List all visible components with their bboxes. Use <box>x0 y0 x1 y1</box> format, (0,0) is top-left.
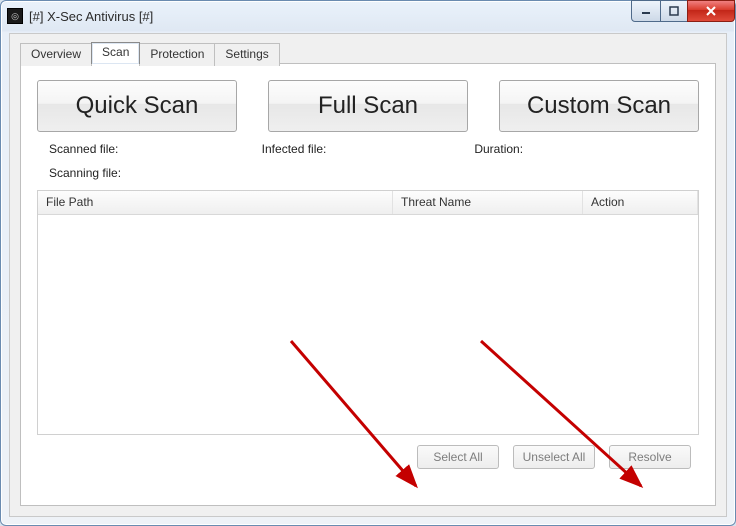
full-scan-button[interactable]: Full Scan <box>268 80 468 132</box>
window-controls <box>632 0 735 22</box>
grid-header: File Path Threat Name Action <box>38 191 698 215</box>
custom-scan-button[interactable]: Custom Scan <box>499 80 699 132</box>
scanned-file-label: Scanned file: <box>49 142 262 156</box>
results-grid[interactable]: File Path Threat Name Action <box>37 190 699 435</box>
maximize-button[interactable] <box>660 0 688 22</box>
tab-scan[interactable]: Scan <box>91 42 140 65</box>
app-icon: ◎ <box>7 8 23 24</box>
unselect-all-button[interactable]: Unselect All <box>513 445 595 469</box>
tab-settings[interactable]: Settings <box>214 43 279 66</box>
titlebar[interactable]: ◎ [#] X-Sec Antivirus [#] <box>1 1 735 31</box>
tab-protection[interactable]: Protection <box>139 43 215 66</box>
scanning-file-label: Scanning file: <box>49 166 687 180</box>
client-area: Overview Scan Protection Settings Quick … <box>9 33 727 517</box>
tab-overview[interactable]: Overview <box>20 43 92 66</box>
app-window: ◎ [#] X-Sec Antivirus [#] Overview Scan … <box>0 0 736 526</box>
col-action[interactable]: Action <box>583 191 698 214</box>
duration-label: Duration: <box>474 142 687 156</box>
status-row-1: Scanned file: Infected file: Duration: <box>21 142 715 160</box>
scan-type-row: Quick Scan Full Scan Custom Scan <box>21 64 715 142</box>
col-file-path[interactable]: File Path <box>38 191 393 214</box>
tabstrip: Overview Scan Protection Settings <box>20 42 279 65</box>
resolve-button[interactable]: Resolve <box>609 445 691 469</box>
grid-body <box>38 215 698 434</box>
infected-file-label: Infected file: <box>262 142 475 156</box>
close-button[interactable] <box>687 0 735 22</box>
select-all-button[interactable]: Select All <box>417 445 499 469</box>
bottom-button-row: Select All Unselect All Resolve <box>21 435 715 469</box>
minimize-button[interactable] <box>631 0 661 22</box>
tabpanel-scan: Quick Scan Full Scan Custom Scan Scanned… <box>20 63 716 506</box>
status-row-2: Scanning file: <box>21 160 715 190</box>
quick-scan-button[interactable]: Quick Scan <box>37 80 237 132</box>
window-title: [#] X-Sec Antivirus [#] <box>29 9 153 24</box>
col-threat-name[interactable]: Threat Name <box>393 191 583 214</box>
